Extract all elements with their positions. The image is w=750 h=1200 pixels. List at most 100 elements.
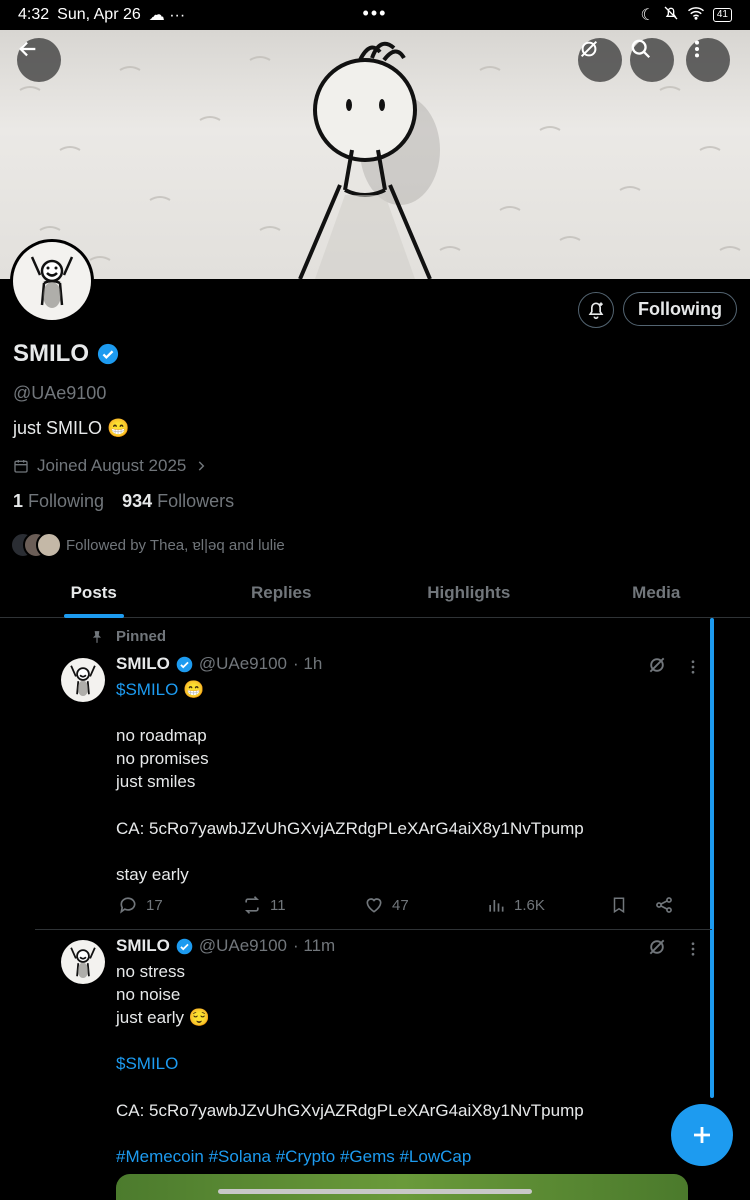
notifications-bell-button[interactable] (578, 292, 614, 328)
more-vertical-icon (694, 40, 700, 58)
contract-address-text: CA: 5cRo7yawbJZvUhGXvjAZRdgPLeXArG4aiX8y… (116, 1101, 584, 1120)
bookmark-icon (613, 897, 625, 914)
post-grok-button[interactable] (647, 937, 667, 962)
pin-icon (92, 630, 102, 643)
repost-button[interactable]: 11 (242, 895, 286, 915)
wifi-icon (687, 6, 705, 25)
pinned-label: Pinned (90, 628, 166, 645)
back-button[interactable] (17, 38, 61, 82)
moon-icon: ☾ (640, 7, 655, 24)
profile-banner (0, 30, 750, 279)
search-icon (631, 39, 651, 59)
tab-replies[interactable]: Replies (188, 573, 376, 617)
heart-icon (366, 898, 382, 913)
tab-posts-label: Posts (70, 583, 117, 602)
post-media-image[interactable] (116, 1174, 688, 1200)
gesture-home-bar[interactable] (218, 1189, 532, 1194)
like-button[interactable]: 47 (364, 895, 409, 915)
views-button[interactable]: 1.6K (486, 895, 545, 915)
more-button[interactable] (686, 38, 730, 82)
tab-highlights[interactable]: Highlights (375, 573, 563, 617)
followers-count-link[interactable]: 934 Followers (122, 491, 234, 512)
analytics-icon (489, 900, 504, 912)
post-avatar[interactable] (61, 940, 105, 984)
post-emoji: 😁 (178, 680, 205, 699)
post-author-name[interactable]: SMILO (116, 936, 170, 956)
grok-icon (580, 40, 598, 58)
compose-post-button[interactable] (671, 1104, 733, 1166)
cashtag-link[interactable]: $SMILO (116, 1052, 178, 1075)
post-grok-button[interactable] (647, 655, 667, 680)
arrow-left-icon (19, 41, 36, 57)
search-button[interactable] (630, 38, 674, 82)
follow-counts: 1 Following 934 Followers (13, 491, 234, 512)
post-handle[interactable]: @UAe9100 (199, 936, 287, 956)
smilo-character-image (70, 947, 96, 979)
following-count: 1 (13, 491, 24, 511)
followed-by-text: Followed by Thea, ɐl|ǝq and lulie (66, 536, 285, 554)
calendar-icon (14, 460, 28, 473)
joined-text: Joined August 2025 (37, 456, 187, 475)
post-header: SMILO @UAe9100 · 11m (116, 936, 335, 956)
plus-icon (694, 1127, 710, 1143)
bell-off-icon (663, 5, 679, 26)
status-center-dots: ••• (362, 3, 388, 23)
post-header: SMILO @UAe9100 · 1h (116, 654, 322, 674)
profile-avatar[interactable] (10, 239, 94, 323)
profile-tabs: Posts Replies Highlights Media (0, 573, 750, 618)
view-count: 1.6K (514, 896, 545, 914)
status-bar: 4:32 Sun, Apr 26 ☁ ··· ••• ☾ 41 (0, 0, 750, 30)
post-avatar[interactable] (61, 658, 105, 702)
verified-badge-icon (97, 343, 119, 365)
more-vertical-icon (691, 942, 695, 956)
reply-button[interactable]: 17 (118, 895, 163, 915)
joined-date[interactable]: Joined August 2025 (13, 456, 208, 476)
tab-media[interactable]: Media (563, 573, 750, 617)
profile-handle: @UAe9100 (13, 383, 107, 403)
smilo-character-image (30, 256, 74, 308)
post-body-text: no roadmap no promises just smiles CA: 5… (116, 726, 584, 885)
grok-button[interactable] (578, 38, 622, 82)
like-count: 47 (392, 896, 409, 914)
post-text: $SMILO 😁 (116, 678, 204, 701)
grok-icon (649, 939, 665, 955)
bell-plus-icon (588, 302, 604, 320)
mutual-avatars (10, 532, 62, 558)
followers-count: 934 (122, 491, 153, 511)
tab-replies-label: Replies (251, 583, 312, 602)
chevron-right-icon (199, 461, 205, 471)
reply-count: 17 (146, 896, 163, 914)
thread-highlight-bar (710, 618, 714, 1098)
profile-name-text: SMILO (13, 340, 89, 367)
cashtag-link[interactable]: $SMILO (116, 680, 178, 699)
bookmark-button[interactable] (610, 895, 628, 915)
followers-label: Followers (157, 491, 235, 511)
pinned-text: Pinned (116, 628, 167, 645)
post-more-button[interactable] (688, 940, 698, 963)
share-button[interactable] (654, 895, 674, 915)
tab-posts[interactable]: Posts (0, 573, 188, 618)
post-actions: 17 11 47 1.6K (118, 895, 678, 919)
tab-highlights-label: Highlights (427, 583, 511, 602)
post-handle[interactable]: @UAe9100 (199, 654, 287, 674)
repost-icon (244, 896, 260, 914)
post-time: · 1h (293, 654, 323, 673)
following-button[interactable]: Following (623, 292, 737, 326)
post-more-button[interactable] (688, 658, 698, 681)
share-icon (656, 897, 672, 913)
mutual-avatar (36, 532, 62, 558)
tab-media-label: Media (632, 583, 681, 602)
smilo-character-image (70, 665, 96, 697)
profile-name: SMILO (13, 340, 119, 368)
post-author-name[interactable]: SMILO (116, 654, 170, 674)
reply-icon (120, 897, 136, 914)
followed-by[interactable]: Followed by Thea, ɐl|ǝq and lulie (10, 532, 285, 558)
hashtags-links[interactable]: #Memecoin #Solana #Crypto #Gems #LowCap (116, 1145, 471, 1168)
battery-icon: 41 (712, 8, 732, 22)
post-time: · 11m (293, 936, 336, 955)
profile-bio: just SMILO 😁 (13, 418, 130, 438)
status-time: 4:32 (18, 6, 50, 23)
following-count-link[interactable]: 1 Following (13, 491, 104, 512)
verified-badge-icon (176, 656, 193, 672)
status-extra: ☁ ··· (148, 7, 186, 24)
